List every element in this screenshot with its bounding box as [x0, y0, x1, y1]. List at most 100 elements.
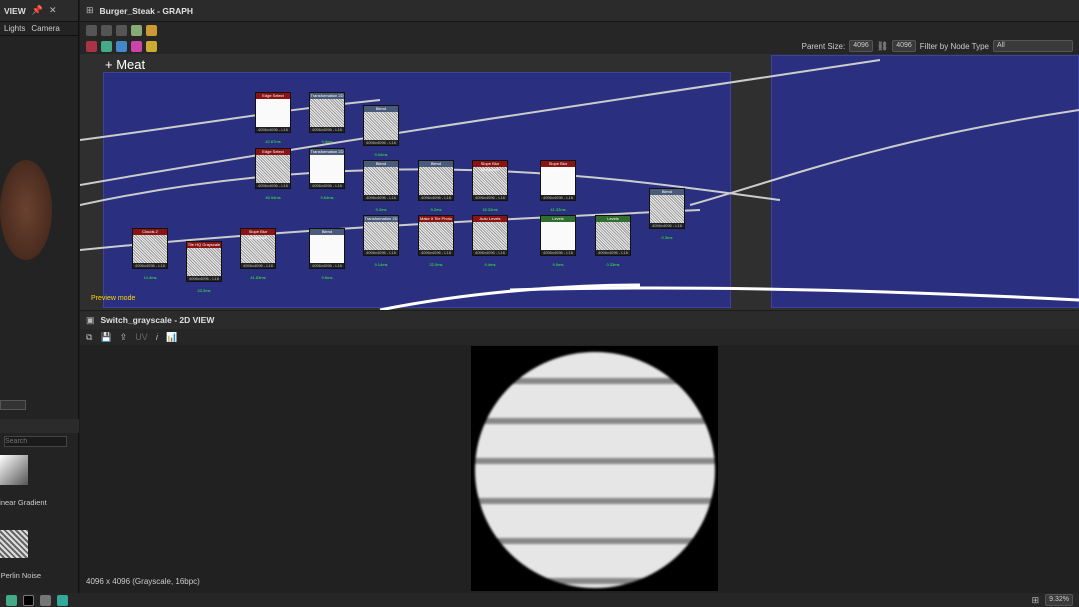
cube-icon [0, 455, 28, 485]
graph-node[interactable]: Edge Select 4096x4096 - L16 42.67ms [255, 92, 291, 144]
node-time: 9.9ms [321, 139, 333, 144]
graph-node[interactable]: Slope Blur Grayscale 4096x4096 - L16 41.32… [540, 160, 576, 212]
node-resolution: 4096x4096 - L16 [133, 263, 167, 268]
texture-preview[interactable] [471, 346, 718, 591]
node-label: Transformation 2D [364, 216, 398, 222]
node-thumbnail [650, 195, 684, 223]
node-resolution: 4096x4096 - L16 [596, 250, 630, 255]
node-time: 42.67ms [265, 139, 281, 144]
left-panel: VIEW 📌 ✕ Lights Camera 3D Linear Gradien… [0, 0, 79, 607]
graph-wires [80, 59, 1079, 310]
node-label: Make It Tile Photo [419, 216, 453, 222]
graph-node[interactable]: Blend 4096x4096 - L16 9.04ms [363, 105, 399, 157]
node-time: 14.4ms [143, 275, 157, 280]
graph-node[interactable]: Blend 4096x4096 - L16 0.3ms [649, 188, 685, 240]
node-thumbnail [256, 99, 290, 127]
node-thumbnail [541, 222, 575, 250]
node-thumbnail [133, 235, 167, 263]
node-time: 9.6ms [321, 275, 333, 280]
close-icon[interactable]: ✕ [49, 5, 57, 16]
graph-node[interactable]: Slope Blur Grayscale 4096x4096 - L16 41.83… [240, 228, 276, 280]
node-time: 23.3ms [197, 288, 211, 293]
graph-node[interactable]: Transformation 2D 4096x4096 - L16 9.14ms [363, 215, 399, 267]
copy-icon[interactable]: ⧉ [86, 332, 92, 343]
status-bar: ⊞ 9.32% [0, 593, 1079, 607]
cube-icon [0, 530, 28, 558]
node-thumbnail [364, 112, 398, 140]
graph-panel: ⊞ Burger_Steak - GRAPH Parent Size: 4096… [80, 0, 1079, 310]
node-resolution: 4096x4096 - L16 [364, 195, 398, 200]
graph-node[interactable]: Levels 4096x4096 - L16 0.33ms [595, 215, 631, 267]
node-time: 41.83ms [250, 275, 266, 280]
layers-icon[interactable] [6, 594, 17, 606]
node-resolution: 4096x4096 - L16 [241, 263, 275, 268]
node-resolution: 4096x4096 - L16 [419, 250, 453, 255]
node-resolution: 4096x4096 - L16 [364, 140, 398, 145]
view-header: VIEW 📌 ✕ [0, 0, 78, 22]
node-thumbnail [310, 99, 344, 127]
tile-icon[interactable] [57, 594, 68, 606]
graph-node[interactable]: Clouds 2 4096x4096 - L16 14.4ms [132, 228, 168, 280]
graph-node[interactable]: Edge Select 4096x4096 - L16 45.94ms [255, 148, 291, 200]
pin-icon[interactable]: 📌 [32, 5, 43, 16]
node-time: 18.32ms [482, 207, 498, 212]
node-resolution: 4096x4096 - L16 [419, 195, 453, 200]
node-resolution: 4096x4096 - L16 [310, 183, 344, 188]
uv-label[interactable]: UV [135, 332, 148, 342]
3d-preview-burger[interactable] [0, 160, 52, 260]
node-time: 9.14ms [374, 262, 388, 267]
node-thumbnail [310, 155, 344, 183]
node-time: 9.0ms [552, 262, 564, 267]
node-resolution: 4096x4096 - L16 [473, 250, 507, 255]
node-resolution: 4096x4096 - L16 [187, 276, 221, 281]
node-time: 41.32ms [550, 207, 566, 212]
node-resolution: 4096x4096 - L16 [256, 127, 290, 132]
node-thumbnail [187, 248, 221, 276]
tab-lights[interactable]: Lights [4, 24, 25, 33]
graph-node[interactable]: Blend 4096x4096 - L16 9.2ms [418, 160, 454, 212]
node-resolution: 4096x4096 - L16 [473, 195, 507, 200]
library-search-input[interactable] [4, 436, 67, 447]
fit-icon[interactable]: ⊞ [1032, 595, 1040, 606]
export-icon[interactable]: ⇪ [120, 332, 128, 343]
graph-node[interactable]: Make It Tile Photo 4096x4096 - L16 22.0ms [418, 215, 454, 267]
graph-node[interactable]: Slope Blur Grayscale 4096x4096 - L16 18.32… [472, 160, 508, 212]
dropdown-select[interactable] [0, 400, 26, 410]
graph-node[interactable]: Blend 4096x4096 - L16 9.6ms [309, 228, 345, 280]
zoom-value[interactable]: 9.32% [1045, 594, 1073, 606]
info-icon[interactable]: 𝑖 [156, 332, 158, 343]
image-info: 4096 x 4096 (Grayscale, 16bpc) [86, 577, 200, 586]
node-time: 9.04ms [374, 152, 388, 157]
node-label: Transformation 2D [310, 149, 344, 155]
tab-camera[interactable]: Camera [31, 24, 59, 33]
node-time: 0.3ms [661, 235, 673, 240]
node-time: 22.0ms [429, 262, 443, 267]
graph-node[interactable]: Levels 4096x4096 - L16 9.0ms [540, 215, 576, 267]
node-resolution: 4096x4096 - L16 [541, 250, 575, 255]
graph-node[interactable]: Auto Levels 4096x4096 - L16 9.4ms [472, 215, 508, 267]
black-bg-icon[interactable] [23, 594, 34, 606]
node-thumbnail [596, 222, 630, 250]
node-thumbnail [364, 167, 398, 195]
graph-node[interactable]: Tile HQ Grayscale 4096x4096 - L16 23.3ms [186, 241, 222, 293]
2d-view-toolbar: ⧉ 💾 ⇪ UV 𝑖 📊 [80, 329, 1079, 345]
image-icon: ▣ [86, 314, 95, 325]
node-thumbnail [419, 222, 453, 250]
view-title: VIEW [4, 5, 26, 16]
histogram-icon[interactable]: 📊 [166, 332, 177, 343]
graph-node[interactable]: Transformation 2D 4096x4096 - L16 9.64ms [309, 148, 345, 200]
graph-node[interactable]: Transformation 2D 4096x4096 - L16 9.9ms [309, 92, 345, 144]
node-thumbnail [310, 235, 344, 263]
2d-view-title: Switch_grayscale - 2D VIEW [100, 315, 215, 325]
2d-view-header: ▣ Switch_grayscale - 2D VIEW [80, 311, 1079, 329]
node-thumbnail [364, 222, 398, 250]
node-time: 0.33ms [606, 262, 620, 267]
save-icon[interactable]: 💾 [100, 332, 111, 343]
node-time: 9.2ms [375, 207, 387, 212]
graph-node[interactable]: Blend 4096x4096 - L16 9.2ms [363, 160, 399, 212]
library-header [0, 419, 79, 433]
grid-icon[interactable] [40, 594, 51, 606]
view-tabs: Lights Camera [0, 22, 78, 36]
node-resolution: 4096x4096 - L16 [310, 263, 344, 268]
node-resolution: 4096x4096 - L16 [541, 195, 575, 200]
